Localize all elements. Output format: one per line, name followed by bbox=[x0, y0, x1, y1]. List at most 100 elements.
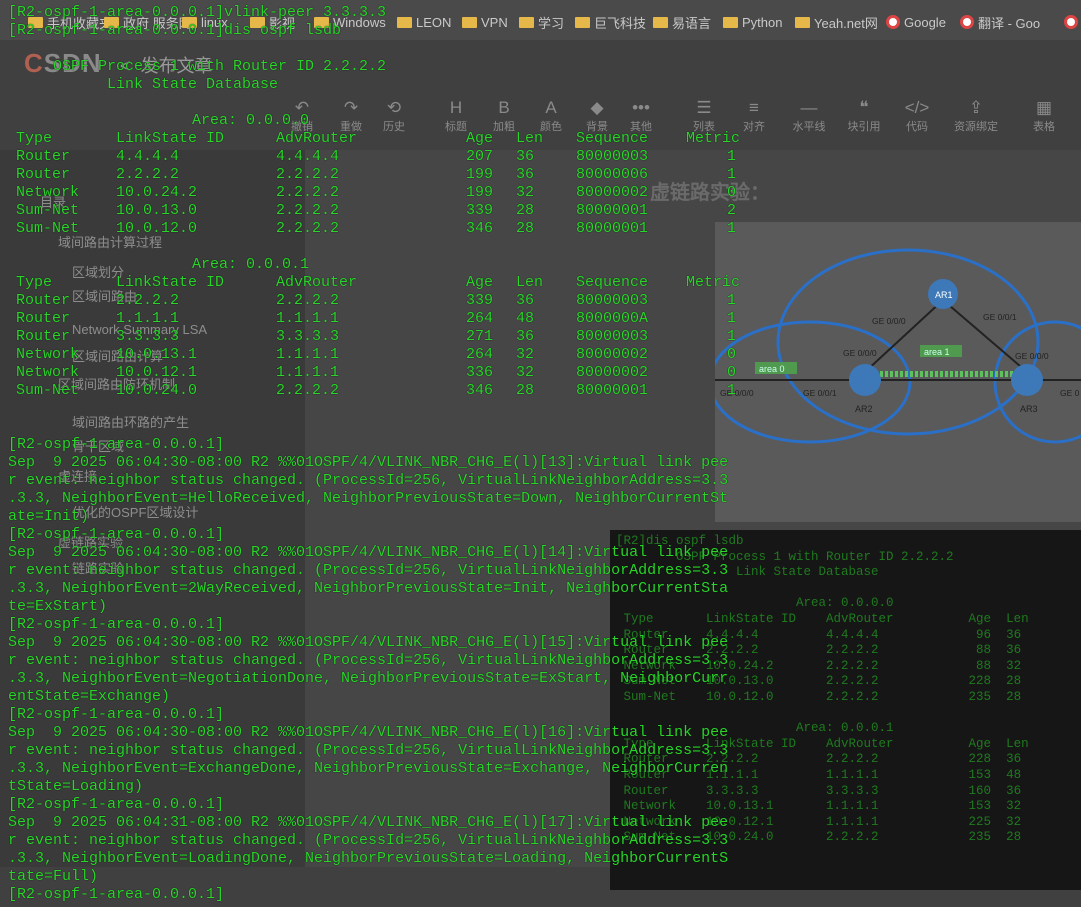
lsdb-cell: Type bbox=[16, 130, 53, 147]
log-line: r event: neighbor status changed. (Proce… bbox=[8, 562, 729, 579]
lsdb-cell: 4.4.4.4 bbox=[116, 148, 180, 165]
lsdb-cell: 10.0.24.2 bbox=[116, 184, 198, 201]
log-line: entState=Exchange) bbox=[8, 688, 171, 705]
lsdb-cell: 1 bbox=[727, 166, 737, 183]
lsdb-table-row: Network 10.0.24.2 2.2.2.2 199 32 80000002 0 bbox=[0, 184, 760, 202]
lsdb-cell: 80000001 bbox=[576, 220, 649, 237]
area-title: Area: 0.0.0.1 bbox=[192, 256, 310, 273]
lsdb-cell: 80000003 bbox=[576, 328, 649, 345]
lsdb-cell: 32 bbox=[516, 346, 535, 363]
command-line: [R2-ospf-1-area-0.0.0.1]dis ospf lsdb bbox=[8, 22, 342, 39]
command-prompt: [R2-ospf-1-area-0.0.0.1] bbox=[8, 886, 225, 903]
lsdb-header: OSPF Process 1 with Router ID 2.2.2.2 bbox=[8, 58, 387, 75]
lsdb-table-row: Network 10.0.13.1 1.1.1.1 264 32 80000002 0 bbox=[0, 346, 760, 364]
log-line: tate=Full) bbox=[8, 868, 99, 885]
lsdb-cell: 0 bbox=[727, 184, 737, 201]
lsdb-cell: Router bbox=[16, 292, 71, 309]
log-line: r event: neighbor status changed. (Proce… bbox=[8, 832, 729, 849]
lsdb-cell: 80000006 bbox=[576, 166, 649, 183]
lsdb-cell: LinkState ID bbox=[116, 130, 225, 147]
lsdb-table-row: Router 3.3.3.3 3.3.3.3 271 36 80000003 1 bbox=[0, 328, 760, 346]
lsdb-cell: 346 bbox=[466, 382, 494, 399]
lsdb-cell: Metric bbox=[686, 274, 741, 291]
lsdb-cell: 3.3.3.3 bbox=[116, 328, 180, 345]
log-line: Sep 9 2025 06:04:30-08:00 R2 %%01OSPF/4/… bbox=[8, 724, 729, 741]
log-line: .3.3, NeighborEvent=LoadingDone, Neighbo… bbox=[8, 850, 729, 867]
lsdb-cell: 1 bbox=[727, 220, 737, 237]
lsdb-table-row: Network 10.0.12.1 1.1.1.1 336 32 80000002 0 bbox=[0, 364, 760, 382]
lsdb-cell: 339 bbox=[466, 292, 494, 309]
lsdb-table-row: Router 2.2.2.2 2.2.2.2 199 36 80000006 1 bbox=[0, 166, 760, 184]
lsdb-cell: Router bbox=[16, 310, 71, 327]
lsdb-cell: 1.1.1.1 bbox=[276, 346, 340, 363]
lsdb-cell: Network bbox=[16, 346, 80, 363]
lsdb-cell: Sum-Net bbox=[16, 382, 80, 399]
lsdb-cell: 0 bbox=[727, 346, 737, 363]
lsdb-cell: 80000001 bbox=[576, 382, 649, 399]
lsdb-cell: Metric bbox=[686, 130, 741, 147]
command-prompt: [R2-ospf-1-area-0.0.0.1] bbox=[8, 526, 225, 543]
lsdb-cell: 264 bbox=[466, 346, 494, 363]
lsdb-cell: 8000000A bbox=[576, 310, 649, 327]
lsdb-cell: 2.2.2.2 bbox=[276, 166, 340, 183]
lsdb-cell: Router bbox=[16, 166, 71, 183]
lsdb-cell: 339 bbox=[466, 202, 494, 219]
lsdb-cell: 10.0.12.0 bbox=[116, 220, 198, 237]
lsdb-cell: 1 bbox=[727, 382, 737, 399]
lsdb-cell: 2.2.2.2 bbox=[116, 166, 180, 183]
lsdb-cell: 346 bbox=[466, 220, 494, 237]
log-line: Sep 9 2025 06:04:30-08:00 R2 %%01OSPF/4/… bbox=[8, 544, 729, 561]
lsdb-column-headers: Type LinkState ID AdvRouter Age Len Sequence M… bbox=[0, 274, 760, 292]
lsdb-cell: 36 bbox=[516, 328, 535, 345]
log-line: .3.3, NeighborEvent=2WayReceived, Neighb… bbox=[8, 580, 729, 597]
lsdb-table-row: Sum-Net 10.0.12.0 2.2.2.2 346 28 80000001 1 bbox=[0, 220, 760, 238]
lsdb-cell: 10.0.12.1 bbox=[116, 364, 198, 381]
log-line: r event: neighbor status changed. (Proce… bbox=[8, 742, 729, 759]
lsdb-cell: 28 bbox=[516, 220, 535, 237]
lsdb-cell: Age bbox=[466, 130, 494, 147]
lsdb-cell: 271 bbox=[466, 328, 494, 345]
log-line: Sep 9 2025 06:04:30-08:00 R2 %%01OSPF/4/… bbox=[8, 454, 729, 471]
lsdb-cell: 36 bbox=[516, 148, 535, 165]
log-line: tState=Loading) bbox=[8, 778, 144, 795]
lsdb-cell: 4.4.4.4 bbox=[276, 148, 340, 165]
lsdb-cell: 1 bbox=[727, 310, 737, 327]
lsdb-cell: 199 bbox=[466, 166, 494, 183]
lsdb-cell: 2.2.2.2 bbox=[276, 382, 340, 399]
lsdb-column-headers: Type LinkState ID AdvRouter Age Len Sequence M… bbox=[0, 130, 760, 148]
lsdb-cell: 199 bbox=[466, 184, 494, 201]
lsdb-cell: Router bbox=[16, 148, 71, 165]
lsdb-cell: 80000003 bbox=[576, 292, 649, 309]
lsdb-cell: Len bbox=[516, 130, 544, 147]
lsdb-cell: 2.2.2.2 bbox=[276, 292, 340, 309]
lsdb-cell: AdvRouter bbox=[276, 274, 358, 291]
log-line: .3.3, NeighborEvent=NegotiationDone, Nei… bbox=[8, 670, 729, 687]
lsdb-cell: 36 bbox=[516, 166, 535, 183]
lsdb-cell: 80000002 bbox=[576, 346, 649, 363]
lsdb-table-row: Sum-Net 10.0.13.0 2.2.2.2 339 28 80000001 2 bbox=[0, 202, 760, 220]
lsdb-cell: 10.0.13.1 bbox=[116, 346, 198, 363]
lsdb-cell: 1 bbox=[727, 328, 737, 345]
command-prompt: [R2-ospf-1-area-0.0.0.1] bbox=[8, 796, 225, 813]
lsdb-cell: 1.1.1.1 bbox=[276, 364, 340, 381]
lsdb-table-row: Router 2.2.2.2 2.2.2.2 339 36 80000003 1 bbox=[0, 292, 760, 310]
lsdb-cell: 2 bbox=[727, 202, 737, 219]
lsdb-cell: 207 bbox=[466, 148, 494, 165]
log-line: te=ExStart) bbox=[8, 598, 108, 615]
lsdb-cell: 1.1.1.1 bbox=[116, 310, 180, 327]
lsdb-cell: Age bbox=[466, 274, 494, 291]
lsdb-cell: Len bbox=[516, 274, 544, 291]
command-prompt: [R2-ospf-1-area-0.0.0.1] bbox=[8, 616, 225, 633]
log-line: ate=Init) bbox=[8, 508, 90, 525]
lsdb-cell: 10.0.24.0 bbox=[116, 382, 198, 399]
terminal-output[interactable]: [R2-ospf-1-area-0.0.0.1]vlink-peer 3.3.3… bbox=[0, 0, 1081, 907]
command-prompt: [R2-ospf-1-area-0.0.0.1] bbox=[8, 706, 225, 723]
command-line: [R2-ospf-1-area-0.0.0.1]vlink-peer 3.3.3… bbox=[8, 4, 387, 21]
lsdb-cell: 2.2.2.2 bbox=[276, 220, 340, 237]
lsdb-cell: 48 bbox=[516, 310, 535, 327]
lsdb-cell: 80000001 bbox=[576, 202, 649, 219]
lsdb-cell: 0 bbox=[727, 364, 737, 381]
lsdb-cell: 336 bbox=[466, 364, 494, 381]
lsdb-cell: 80000003 bbox=[576, 148, 649, 165]
lsdb-cell: 28 bbox=[516, 202, 535, 219]
